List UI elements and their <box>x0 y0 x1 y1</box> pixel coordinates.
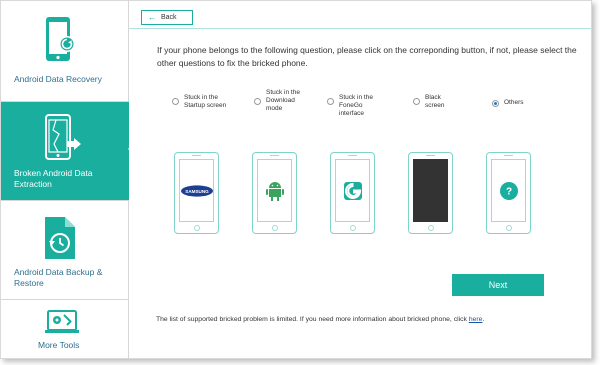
sidebar-item-broken-android-data-extraction[interactable]: Broken Android Data Extraction <box>1 102 129 201</box>
next-button[interactable]: Next <box>452 274 544 296</box>
sidebar: Android Data Recovery Broken Android Dat… <box>1 1 129 358</box>
option-label: Others <box>504 99 524 106</box>
sidebar-item-label: Broken Android Data Extraction <box>14 168 93 189</box>
phone-others[interactable]: ? <box>486 152 531 234</box>
app-window: Android Data Recovery Broken Android Dat… <box>0 0 592 359</box>
main-panel: ← Back If your phone belongs to the foll… <box>129 1 591 358</box>
radio-button[interactable] <box>413 98 420 105</box>
back-button-label: Back <box>161 14 177 21</box>
fonego-logo <box>343 181 362 200</box>
backup-restore-icon <box>43 214 83 267</box>
radio-button[interactable] <box>327 98 334 105</box>
back-button[interactable]: ← Back <box>141 10 193 25</box>
sidebar-item-label: Android Data Backup & Restore <box>14 267 103 288</box>
option-label: Black screen <box>425 94 445 109</box>
svg-text:?: ? <box>505 186 511 197</box>
header-divider <box>129 28 591 29</box>
radio-button-selected[interactable] <box>492 100 499 107</box>
option-stuck-download[interactable]: Stuck in the Download mode <box>254 89 300 113</box>
sidebar-item-android-data-recovery[interactable]: Android Data Recovery <box>1 1 129 102</box>
footer-note: The list of supported bricked problem is… <box>156 316 485 323</box>
phone-recovery-icon <box>44 16 80 69</box>
option-label: Stuck in the Startup screen <box>184 94 227 109</box>
phone-screen: ? <box>491 159 526 222</box>
phone-startup-screen[interactable]: SAMSUNG <box>174 152 219 234</box>
instructions-text: If your phone belongs to the following q… <box>157 45 577 68</box>
samsung-logo: SAMSUNG <box>180 184 213 197</box>
option-black-screen[interactable]: Black screen <box>413 94 453 110</box>
option-label: Stuck in the Download mode <box>266 89 300 112</box>
option-others[interactable]: Others <box>492 99 524 107</box>
sidebar-item-label: Android Data Recovery <box>14 74 102 84</box>
radio-button[interactable] <box>172 98 179 105</box>
arrow-left-icon: ← <box>148 12 156 22</box>
radio-button[interactable] <box>254 98 261 105</box>
sidebar-item-label: More Tools <box>38 340 80 350</box>
here-link[interactable]: here <box>469 316 483 323</box>
broken-phone-icon <box>44 114 84 167</box>
sidebar-item-more-tools[interactable]: More Tools <box>1 300 129 358</box>
phone-screen <box>257 159 292 222</box>
phone-screen <box>335 159 370 222</box>
question-icon: ? <box>499 181 518 200</box>
phone-fonego-interface[interactable] <box>330 152 375 234</box>
toolbox-icon <box>45 310 81 341</box>
option-stuck-fonego[interactable]: Stuck in the FoneGo interface <box>327 94 389 118</box>
phone-black-screen[interactable] <box>408 152 453 234</box>
phone-screen: SAMSUNG <box>179 159 214 222</box>
black-screen <box>413 159 448 222</box>
phone-download-mode[interactable] <box>252 152 297 234</box>
option-stuck-startup[interactable]: Stuck in the Startup screen <box>172 94 230 110</box>
svg-text:SAMSUNG: SAMSUNG <box>185 189 209 194</box>
sidebar-item-android-data-backup-restore[interactable]: Android Data Backup & Restore <box>1 201 129 300</box>
option-label: Stuck in the FoneGo interface <box>339 94 373 117</box>
android-robot-icon <box>265 181 284 201</box>
